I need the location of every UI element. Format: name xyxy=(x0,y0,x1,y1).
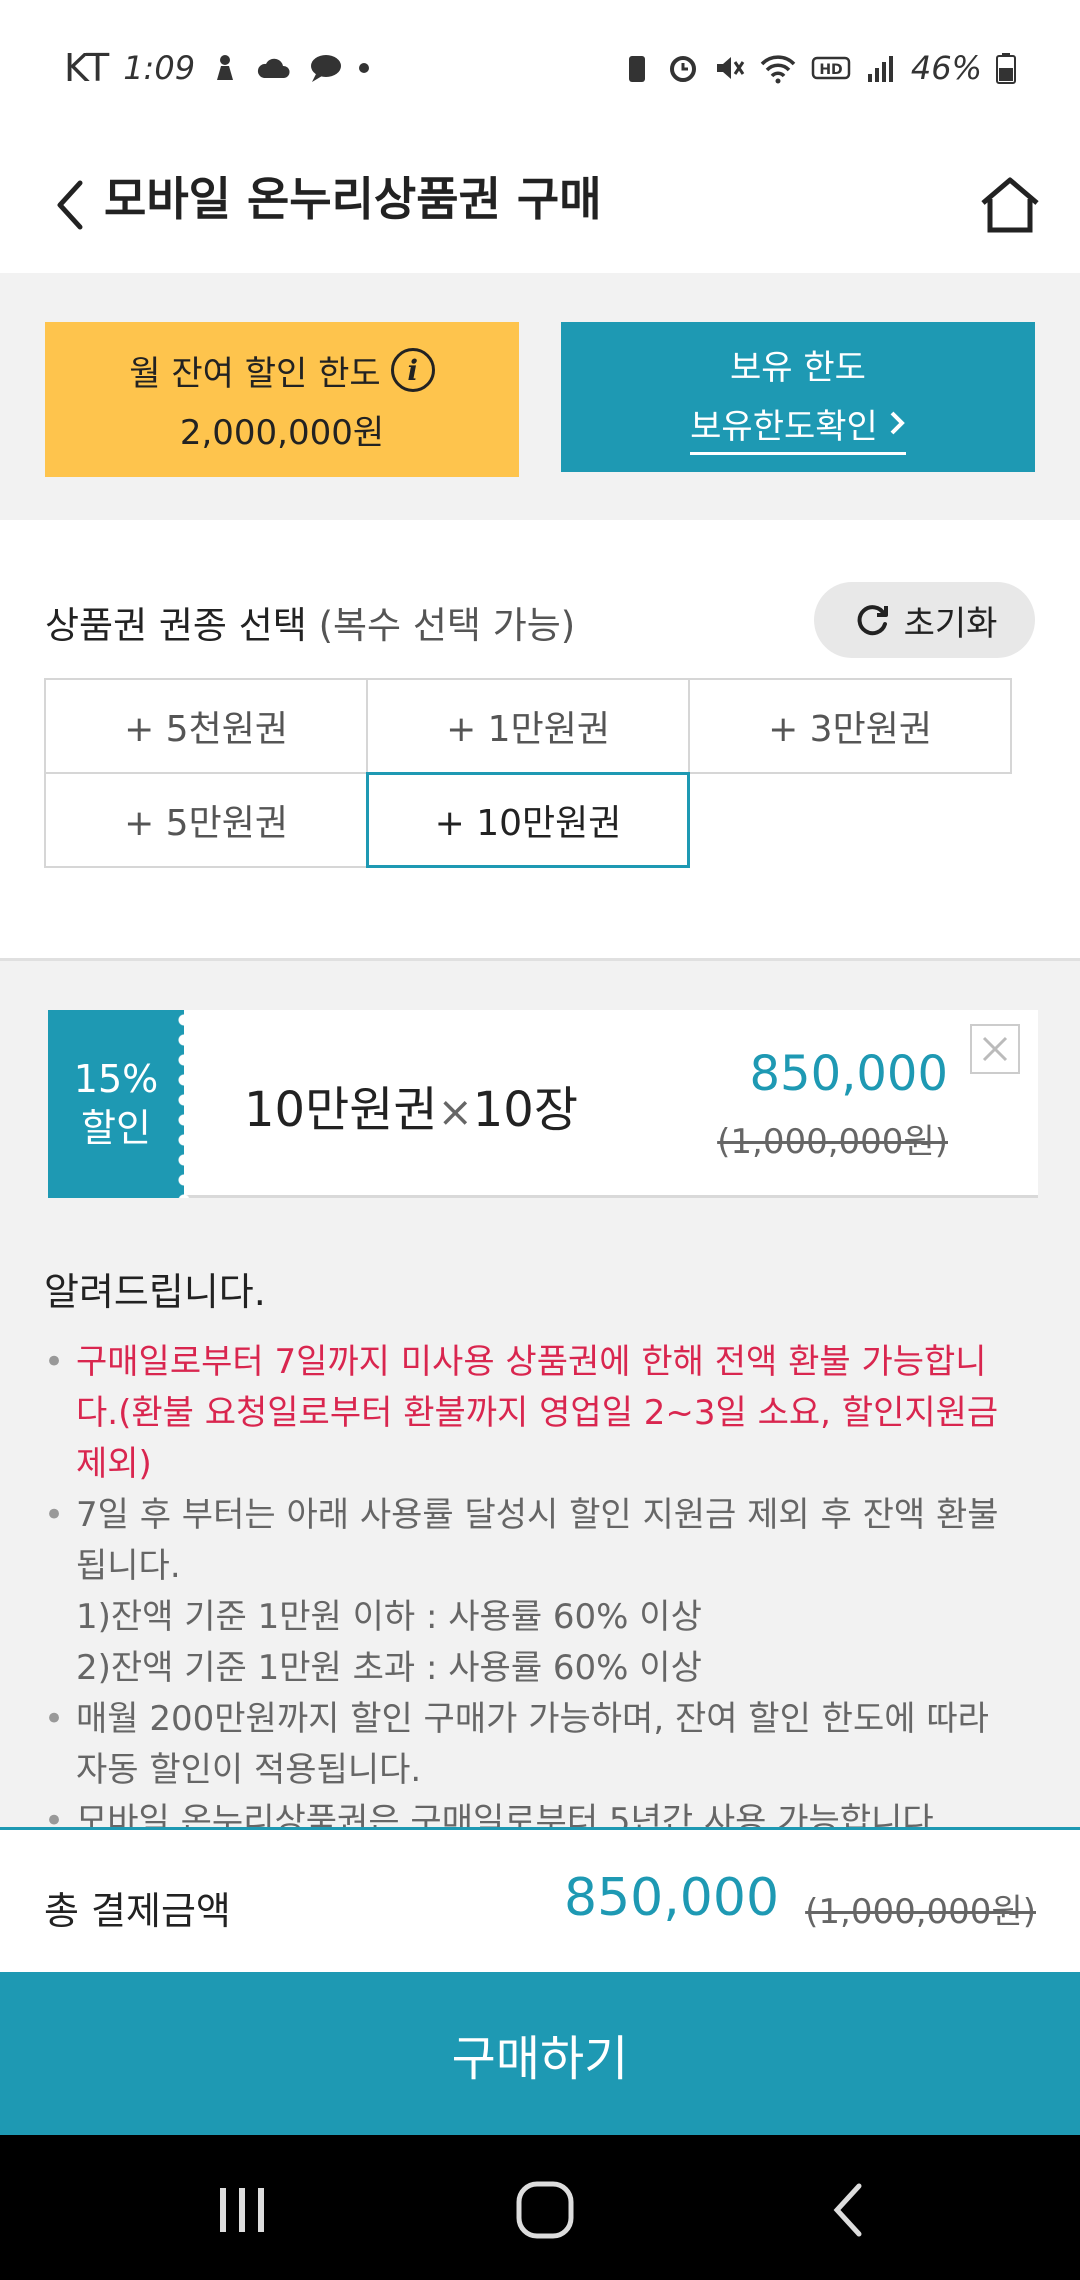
discount-percent: 15% xyxy=(73,1056,159,1101)
voucher-option-10k[interactable]: + 1만원권 xyxy=(366,678,690,774)
monthly-limit-value: 2,000,000원 xyxy=(179,412,385,453)
recent-apps-icon xyxy=(220,2188,264,2232)
notice-usage-rule-1: 1)잔액 기준 1만원 이하 : 사용률 60% 이상 xyxy=(76,1597,702,1637)
person-icon xyxy=(217,54,234,80)
item-quantity: 10장 xyxy=(472,1082,579,1138)
discount-tag: 15% 할인 xyxy=(48,1010,184,1198)
svg-text:HD: HD xyxy=(819,62,842,78)
system-nav-bar xyxy=(0,2135,1080,2280)
times-sign: × xyxy=(437,1087,473,1136)
page-title: 모바일 온누리상품권 구매 xyxy=(104,172,602,226)
cloud-icon xyxy=(257,58,290,78)
item-original-price: (1,000,000원) xyxy=(717,1122,948,1162)
notification-dot-icon xyxy=(359,62,370,73)
home-icon xyxy=(981,177,1039,233)
chat-icon xyxy=(311,54,342,82)
battery-icon xyxy=(996,52,1016,84)
battery-saver-icon xyxy=(628,55,645,82)
item-voucher-name: 10만원권 xyxy=(244,1082,438,1138)
item-price: 850,000 xyxy=(749,1046,949,1102)
notice-item-monthly-limit: 매월 200만원까지 할인 구매가 가능하며, 잔여 할인 한도에 따라 자동 … xyxy=(44,1694,1024,1796)
battery-percent: 46% xyxy=(910,48,982,87)
notice-list: 구매일로부터 7일까지 미사용 상품권에 한해 전액 환불 가능합니다.(환불 … xyxy=(44,1337,1024,1827)
voucher-option-30k[interactable]: + 3만원권 xyxy=(688,678,1012,774)
voucher-option-50k[interactable]: + 5만원권 xyxy=(44,772,368,868)
held-limit-label: 보유 한도 xyxy=(730,347,866,388)
chevron-left-icon xyxy=(57,180,83,230)
monthly-limit-card: 월 잔여 할인 한도 i 2,000,000원 xyxy=(45,322,519,477)
limit-section: 월 잔여 할인 한도 i 2,000,000원 보유 한도 보유한도확인 xyxy=(0,273,1080,520)
refresh-icon xyxy=(857,605,888,636)
selection-title-main: 상품권 권종 선택 xyxy=(45,604,307,647)
carrier-label: KT xyxy=(64,45,110,90)
reset-label: 초기화 xyxy=(903,603,998,644)
back-button[interactable] xyxy=(30,165,110,245)
selection-title-sub: (복수 선택 가능) xyxy=(318,604,576,647)
wifi-icon xyxy=(760,54,796,83)
total-original-price: (1,000,000원) xyxy=(805,1892,1036,1932)
mute-icon xyxy=(716,56,745,79)
clock: 1:09 xyxy=(123,48,196,87)
notice-item-validity: 모바일 온누리상품권은 구매일로부터 5년간 사용 가능합니다. xyxy=(44,1796,1024,1827)
held-limit-check-link[interactable]: 보유한도확인 xyxy=(690,399,906,455)
held-limit-card: 보유 한도 보유한도확인 xyxy=(561,322,1035,472)
alarm-icon xyxy=(669,55,696,82)
selection-title: 상품권 권종 선택 (복수 선택 가능) xyxy=(45,595,575,649)
status-bar: KT 1:09 HD 46% xyxy=(0,0,1080,135)
selected-item-card: 15% 할인 10만원권×10장 850,000 (1,000,000원) xyxy=(48,1010,1038,1198)
voucher-option-100k[interactable]: + 10만원권 xyxy=(366,772,690,868)
remove-item-button[interactable] xyxy=(970,1024,1020,1074)
chevron-right-icon xyxy=(890,411,905,435)
hd-voice-icon: HD xyxy=(811,56,851,79)
total-price: 850,000 xyxy=(564,1868,780,1928)
close-icon xyxy=(982,1036,1008,1062)
held-limit-link-label: 보유한도확인 xyxy=(690,406,878,447)
item-name: 10만원권×10장 xyxy=(244,1070,578,1140)
home-nav-button[interactable] xyxy=(500,2175,590,2245)
purchase-button[interactable]: 구매하기 xyxy=(0,1972,1080,2135)
home-nav-icon xyxy=(516,2181,574,2239)
voucher-option-5k[interactable]: + 5천원권 xyxy=(44,678,368,774)
notice-item-usage: 7일 후 부터는 아래 사용률 달성시 할인 지원금 제외 후 잔액 환불 됩니… xyxy=(44,1490,1024,1694)
recent-apps-button[interactable] xyxy=(197,2175,287,2245)
total-bar: 총 결제금액 850,000 (1,000,000원) xyxy=(0,1827,1080,1972)
home-button[interactable] xyxy=(965,163,1055,247)
signal-icon xyxy=(867,55,893,82)
notice-usage-text: 7일 후 부터는 아래 사용률 달성시 할인 지원금 제외 후 잔액 환불 됩니… xyxy=(76,1495,999,1586)
notice-item-refund: 구매일로부터 7일까지 미사용 상품권에 한해 전액 환불 가능합니다.(환불 … xyxy=(44,1337,1024,1490)
reset-button[interactable]: 초기화 xyxy=(814,582,1035,658)
ticket-perforation xyxy=(176,1010,192,1198)
monthly-limit-label: 월 잔여 할인 한도 xyxy=(129,353,381,394)
notice-usage-rule-2: 2)잔액 기준 1만원 초과 : 사용률 60% 이상 xyxy=(76,1648,702,1688)
info-icon[interactable]: i xyxy=(390,348,435,392)
total-label: 총 결제금액 xyxy=(44,1889,231,1933)
notice-title: 알려드립니다. xyxy=(44,1270,266,1314)
discount-word: 할인 xyxy=(81,1106,151,1150)
content-area: 15% 할인 10만원권×10장 850,000 (1,000,000원) 알려… xyxy=(0,961,1080,1827)
back-nav-button[interactable] xyxy=(803,2175,893,2245)
app-header: 모바일 온누리상품권 구매 xyxy=(0,135,1080,273)
back-nav-icon xyxy=(833,2183,862,2237)
voucher-selection-section: 상품권 권종 선택 (복수 선택 가능) 초기화 + 5천원권 + 1만원권 +… xyxy=(0,520,1080,960)
